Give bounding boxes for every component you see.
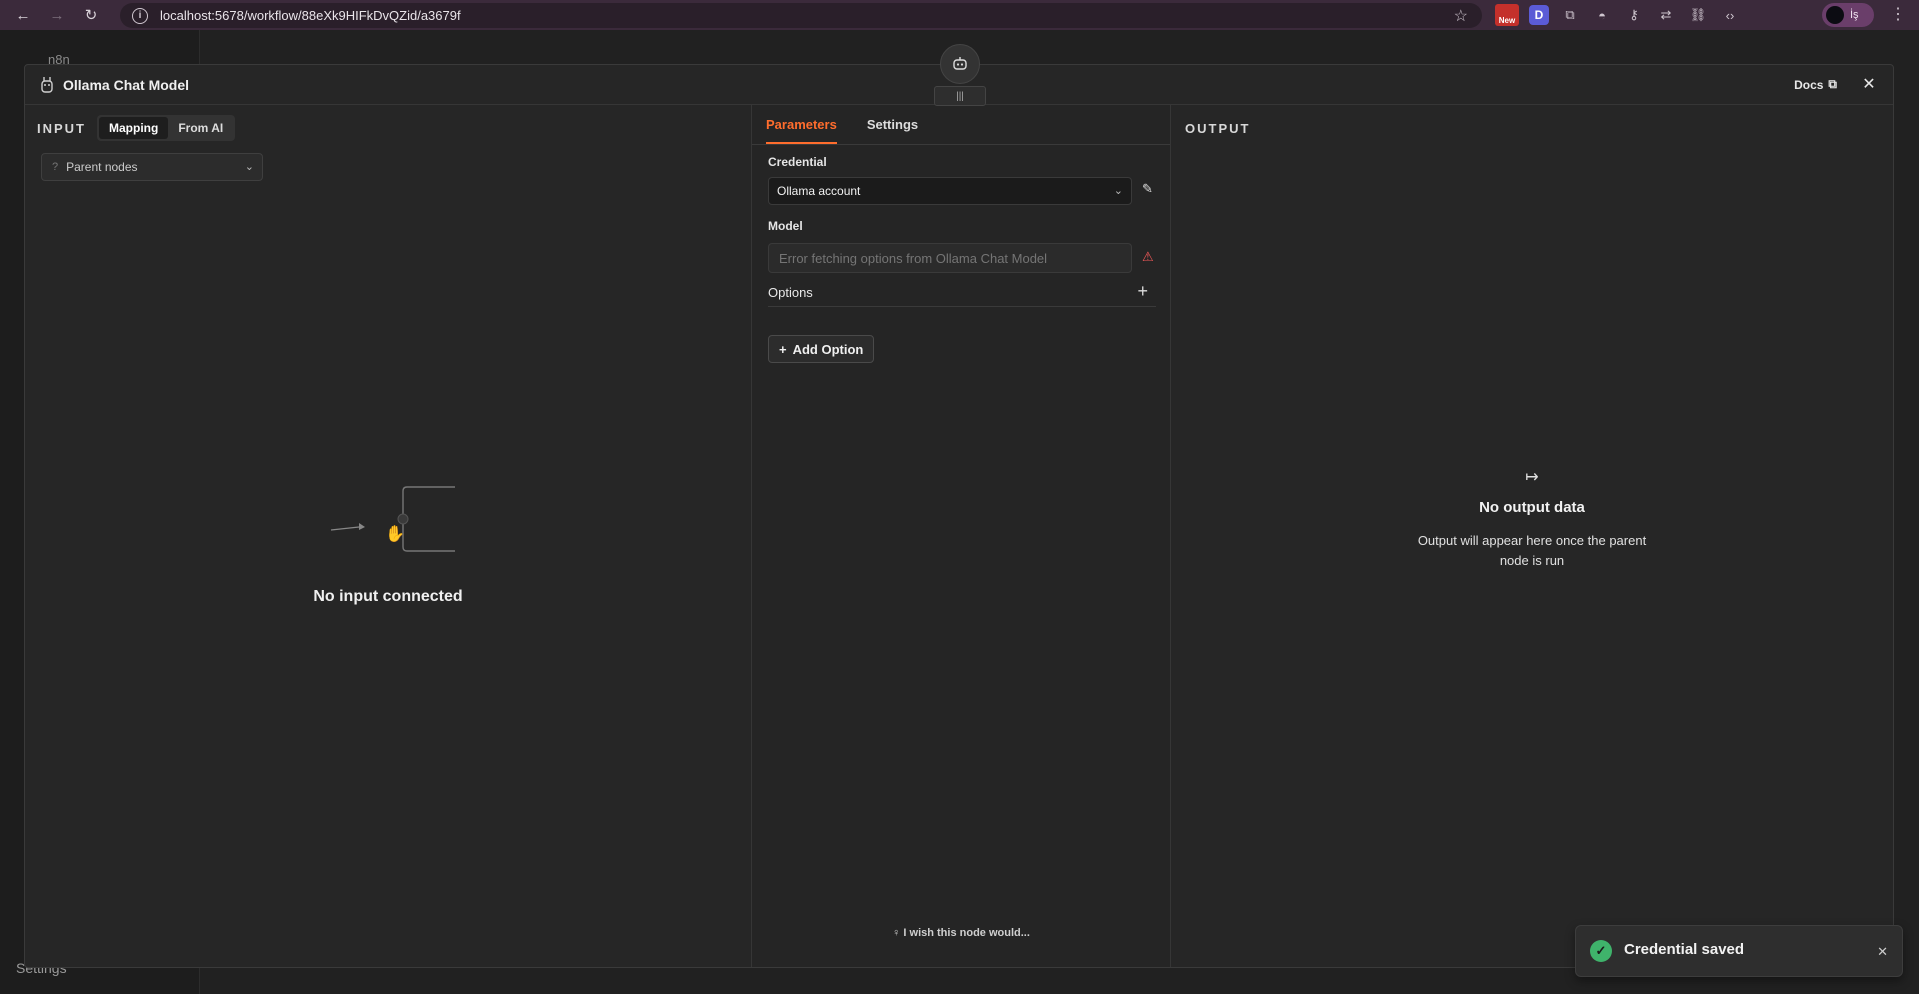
plus-icon[interactable]: + — [1137, 281, 1148, 302]
chevron-down-icon: ⌄ — [1113, 185, 1123, 197]
question-icon: ? — [52, 161, 59, 173]
model-label: Model — [768, 219, 803, 233]
extensions-row: New D ⧉ ◓ ⚷ ⇄ ⛓ ‹› — [1495, 4, 1741, 26]
bookmark-star-icon[interactable]: ☆ — [1454, 6, 1468, 26]
options-label: Options — [768, 285, 813, 300]
site-info-icon[interactable]: i — [132, 7, 148, 24]
toast-message: Credential saved — [1624, 941, 1745, 958]
close-icon[interactable]: ✕ — [1859, 74, 1879, 94]
output-pane: OUTPUT ↦ No output data Output will appe… — [1171, 105, 1893, 967]
profile-label: İş — [1850, 9, 1859, 21]
d-extension-icon[interactable]: D — [1529, 5, 1549, 25]
browser-toolbar: ← → ↻ i localhost:5678/workflow/88eXk9HI… — [0, 0, 1919, 30]
address-bar[interactable]: i localhost:5678/workflow/88eXk9HIFkDvQZ… — [120, 3, 1482, 28]
edit-pencil-icon[interactable]: ✎ — [1142, 181, 1153, 197]
lightbulb-icon: ♀ — [892, 927, 901, 939]
url-text: localhost:5678/workflow/88eXk9HIFkDvQZid… — [160, 8, 461, 23]
new-extension-icon[interactable]: New — [1495, 4, 1519, 26]
credential-saved-toast: ✓ Credential saved ✕ — [1575, 925, 1903, 977]
options-row: Options + — [768, 277, 1156, 307]
close-icon[interactable]: ✕ — [1877, 944, 1888, 960]
robot-icon[interactable] — [940, 44, 980, 84]
from-ai-tab[interactable]: From AI — [168, 117, 233, 139]
panel-drag-handle[interactable]: ||| — [934, 86, 986, 106]
puzzle-extensions-icon[interactable]: ⧉ — [1559, 4, 1581, 26]
feedback-link[interactable]: ♀ I wish this node would... — [752, 927, 1170, 939]
modal-title: Ollama Chat Model — [63, 76, 190, 93]
credential-label: Credential — [768, 155, 827, 169]
credential-select[interactable]: Ollama account ⌄ — [768, 177, 1132, 205]
mapping-tab[interactable]: Mapping — [99, 117, 169, 139]
add-option-label: Add Option — [792, 341, 864, 357]
input-pane: INPUT Mapping From AI ? Parent nodes ⌄ ✋… — [25, 105, 751, 967]
no-input-illustration: ✋ — [330, 486, 455, 552]
model-input[interactable] — [768, 243, 1132, 273]
input-label: INPUT — [37, 121, 86, 136]
tab-settings[interactable]: Settings — [867, 105, 918, 144]
chevron-down-icon: ⌄ — [244, 161, 254, 173]
plus-icon: + — [779, 341, 787, 357]
external-link-icon: ⧉ — [1828, 77, 1837, 91]
wish-label: I wish this node would... — [903, 927, 1030, 939]
tab-parameters[interactable]: Parameters — [766, 105, 837, 144]
code-icon[interactable]: ‹› — [1719, 4, 1741, 26]
docs-label: Docs — [1794, 77, 1824, 92]
parent-nodes-select[interactable]: ? Parent nodes ⌄ — [41, 153, 263, 181]
credential-value: Ollama account — [777, 184, 861, 198]
ollama-icon — [39, 76, 55, 94]
no-input-message: No input connected — [313, 588, 463, 605]
forward-arrow-icon[interactable]: → — [46, 4, 68, 26]
profile-button[interactable]: İş — [1822, 3, 1874, 27]
key-icon[interactable]: ⚷ — [1623, 4, 1645, 26]
avatar — [1826, 6, 1844, 24]
input-mode-toggle: Mapping From AI — [97, 115, 236, 141]
back-arrow-icon[interactable]: ← — [12, 4, 34, 26]
browser-menu-icon[interactable]: ⋮ — [1890, 4, 1906, 24]
translate-icon[interactable]: ⇄ — [1655, 4, 1677, 26]
link-icon[interactable]: ⛓ — [1687, 4, 1709, 26]
output-label: OUTPUT — [1185, 121, 1251, 136]
svg-text:✋: ✋ — [385, 524, 405, 543]
param-tabs: Parameters Settings — [752, 105, 1170, 145]
no-output-title: No output data — [1479, 499, 1585, 516]
incognito-icon[interactable]: ◓ — [1591, 4, 1613, 26]
add-option-button[interactable]: + Add Option — [768, 335, 875, 363]
check-circle-icon: ✓ — [1590, 940, 1612, 962]
docs-link[interactable]: Docs ⧉ — [1794, 77, 1837, 92]
parent-nodes-label: Parent nodes — [66, 160, 138, 174]
parameters-pane: Parameters Settings Credential Ollama ac… — [751, 105, 1171, 967]
node-details-modal: Ollama Chat Model Docs ⧉ ✕ INPUT Mapping… — [24, 64, 1894, 968]
warning-icon: ⚠ — [1142, 249, 1154, 264]
reload-icon[interactable]: ↻ — [80, 4, 102, 26]
arrow-to-right-icon: ↦ — [1525, 469, 1539, 486]
no-output-description: Output will appear here once the parent … — [1417, 533, 1647, 568]
